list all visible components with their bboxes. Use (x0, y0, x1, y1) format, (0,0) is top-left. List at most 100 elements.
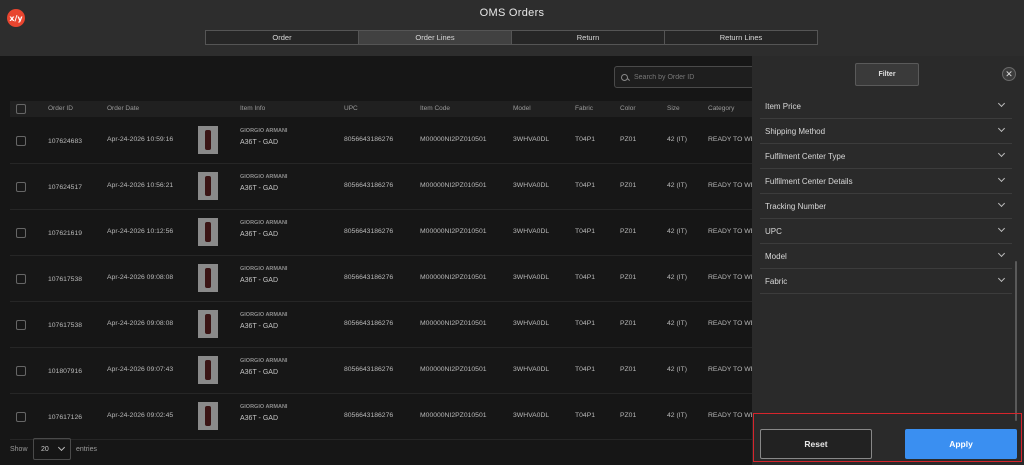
product-thumbnail[interactable] (198, 218, 218, 246)
chevron-down-icon (997, 124, 1006, 133)
filter-item[interactable]: UPC (760, 219, 1012, 244)
tab-return[interactable]: Return (511, 30, 665, 45)
fabric-cell: T04P1 (575, 136, 596, 143)
upc-cell: 8056643186276 (344, 182, 394, 189)
tab-return-lines[interactable]: Return Lines (664, 30, 818, 45)
tab-order-lines[interactable]: Order Lines (358, 30, 512, 45)
color-cell: PZ01 (620, 274, 637, 281)
product-image (205, 176, 211, 196)
table-row[interactable]: 107617538 Apr-24-2026 09:08:08 80566431862… (10, 256, 755, 302)
close-icon[interactable]: ✕ (1002, 67, 1016, 81)
filter-item-label: Model (765, 252, 787, 261)
order-id-cell: 107624683 (48, 138, 83, 145)
column-header-fabric[interactable]: Fabric (575, 105, 593, 112)
row-checkbox[interactable] (16, 366, 26, 376)
product-name: A36T - GAD (240, 185, 278, 192)
column-header-upc[interactable]: UPC (344, 105, 358, 112)
chevron-down-icon (997, 149, 1006, 158)
column-header-category[interactable]: Category (708, 105, 734, 112)
upc-cell: 8056643186276 (344, 412, 394, 419)
filter-item[interactable]: Item Price (760, 94, 1012, 119)
product-thumbnail[interactable] (198, 126, 218, 154)
show-label: Show (10, 446, 28, 453)
row-checkbox[interactable] (16, 412, 26, 422)
product-thumbnail[interactable] (198, 402, 218, 430)
category-cell: READY TO WE (708, 228, 756, 235)
order-id-cell: 107617126 (48, 414, 83, 421)
row-checkbox[interactable] (16, 228, 26, 238)
product-thumbnail[interactable] (198, 172, 218, 200)
color-cell: PZ01 (620, 182, 637, 189)
entries-select[interactable]: 20 (33, 438, 71, 460)
product-image (205, 314, 211, 334)
size-cell: 42 (IT) (667, 182, 688, 189)
product-name: A36T - GAD (240, 139, 278, 146)
row-checkbox[interactable] (16, 136, 26, 146)
product-thumbnail[interactable] (198, 356, 218, 384)
top-bar: x/y OMS Orders Order Order Lines Return … (0, 0, 1024, 56)
table-row[interactable]: 107621619 Apr-24-2026 10:12:56 80566431862… (10, 210, 756, 256)
fabric-cell: T04P1 (575, 274, 596, 281)
fabric-cell: T04P1 (575, 320, 596, 327)
column-header-color[interactable]: Color (620, 105, 636, 112)
entries-value: 20 (41, 445, 49, 453)
column-header-item-code[interactable]: Item Code (420, 105, 450, 112)
color-cell: PZ01 (620, 412, 637, 419)
column-header-order-id[interactable]: Order ID (48, 105, 73, 112)
item-code-cell: M00000NI2PZ010501 (420, 274, 487, 281)
filter-item[interactable]: Tracking Number (760, 194, 1012, 219)
chevron-down-icon (997, 199, 1006, 208)
brand-name: GIORGIO ARMANI (240, 128, 288, 134)
column-header-order-date[interactable]: Order Date (107, 105, 139, 112)
filter-item-label: Fabric (765, 277, 788, 286)
search-input[interactable] (634, 73, 754, 81)
filter-item[interactable]: Shipping Method (760, 119, 1012, 144)
column-header-model[interactable]: Model (513, 105, 531, 112)
panel-scrollbar[interactable] (1015, 261, 1017, 421)
order-id-cell: 107617538 (48, 322, 83, 329)
reset-button[interactable]: Reset (760, 429, 872, 459)
size-cell: 42 (IT) (667, 366, 688, 373)
order-date-cell: Apr-24-2026 09:08:08 (107, 320, 174, 327)
row-checkbox[interactable] (16, 320, 26, 330)
row-checkbox[interactable] (16, 274, 26, 284)
filter-item[interactable]: Fulfilment Center Type (760, 144, 1012, 169)
category-cell: READY TO WE (708, 366, 756, 373)
size-cell: 42 (IT) (667, 136, 688, 143)
product-thumbnail[interactable] (198, 264, 218, 292)
table-row[interactable]: 107617126 Apr-24-2026 09:02:45 80566431862… (10, 394, 756, 440)
table-row[interactable]: 107617538 Apr-24-2026 09:08:08 80566431862… (10, 302, 755, 348)
product-name: A36T - GAD (240, 323, 278, 330)
category-cell: READY TO WE (708, 412, 756, 419)
filter-item[interactable]: Model (760, 244, 1012, 269)
order-date-cell: Apr-24-2026 10:56:21 (107, 182, 174, 189)
table-row[interactable]: 107624517 Apr-24-2026 10:56:21 80566431862… (10, 164, 756, 210)
upc-cell: 8056643186276 (344, 320, 394, 327)
fabric-cell: T04P1 (575, 182, 596, 189)
filter-item-label: Shipping Method (765, 127, 826, 136)
column-header-item-info[interactable]: Item Info (240, 105, 265, 112)
tab-order[interactable]: Order (205, 30, 359, 45)
table-row[interactable]: 101807916 Apr-24-2026 09:07:43 80566431862… (10, 348, 756, 394)
product-thumbnail[interactable] (198, 310, 218, 338)
filter-button[interactable]: Filter (855, 63, 919, 86)
upc-cell: 8056643186276 (344, 274, 394, 281)
upc-cell: 8056643186276 (344, 366, 394, 373)
filter-item[interactable]: Fulfilment Center Details (760, 169, 1012, 194)
table-row[interactable]: 107624683 Apr-24-2026 10:59:16 80566431862… (10, 118, 755, 164)
brand-name: GIORGIO ARMANI (240, 312, 288, 318)
color-cell: PZ01 (620, 366, 637, 373)
category-cell: READY TO WE (708, 182, 756, 189)
filter-item-label: Tracking Number (765, 202, 827, 211)
product-name: A36T - GAD (240, 277, 278, 284)
upc-cell: 8056643186276 (344, 228, 394, 235)
apply-button[interactable]: Apply (905, 429, 1017, 459)
select-all-checkbox[interactable] (16, 104, 26, 114)
model-cell: 3WHVA0DL (513, 136, 550, 143)
filter-item-label: Item Price (765, 102, 802, 111)
order-id-cell: 107621619 (48, 230, 83, 237)
filter-item[interactable]: Fabric (760, 269, 1012, 294)
row-checkbox[interactable] (16, 182, 26, 192)
column-header-size[interactable]: Size (667, 105, 680, 112)
color-cell: PZ01 (620, 320, 637, 327)
